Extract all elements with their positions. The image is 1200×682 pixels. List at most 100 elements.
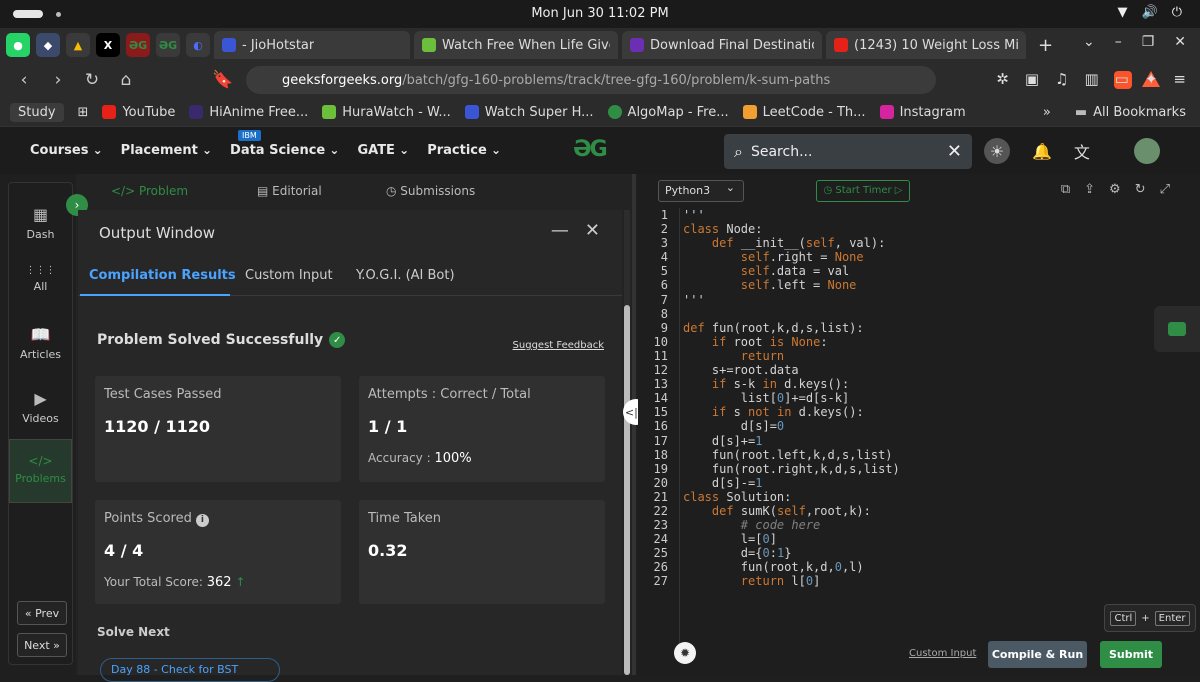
maximize-icon[interactable]: ❐ [1142, 34, 1155, 50]
code-line[interactable]: 17 d[s]+=1 [638, 434, 1200, 448]
code-line[interactable]: 15 if s not in d.keys(): [638, 405, 1200, 419]
extensions-icon[interactable]: ✲ [996, 70, 1009, 88]
bookmark-item[interactable]: AlgoMap - Fre... [607, 105, 729, 120]
code-line[interactable]: 25 d={0:1} [638, 546, 1200, 560]
tab-compilation-results[interactable]: Compilation Results [89, 268, 236, 283]
code-line[interactable]: 11 return [638, 349, 1200, 363]
bookmark-item[interactable]: Watch Super H... [464, 105, 594, 120]
bookmark-item[interactable]: HuraWatch - W... [322, 105, 451, 120]
settings-icon[interactable]: ⚙ [1109, 182, 1121, 197]
bookmark-item[interactable]: LeetCode - Th... [742, 105, 866, 120]
sidebar-item-articles[interactable]: 📖 Articles [9, 325, 72, 361]
custom-input-link[interactable]: Custom Input [909, 648, 976, 659]
language-select[interactable]: Python3 [658, 178, 744, 202]
tab-editorial[interactable]: ▤ Editorial [257, 184, 322, 198]
deepseek-icon[interactable]: ◐ [186, 33, 210, 57]
menu-courses[interactable]: Courses [30, 143, 103, 158]
music-icon[interactable]: ♫ [1055, 70, 1068, 88]
notifications-icon[interactable]: 🔔 [1032, 142, 1052, 161]
browser-tab[interactable]: Download Final Destination [622, 31, 822, 59]
code-line[interactable]: 26 fun(root,k,d,0,l) [638, 560, 1200, 574]
system-tray[interactable]: ▼ 🔊 ⏻ [1118, 5, 1182, 20]
menu-icon[interactable]: ≡ [1173, 70, 1186, 88]
gfg-logo[interactable]: ƏG [573, 137, 608, 162]
screenshot-icon[interactable]: ▣ [1025, 70, 1039, 88]
tab-search-icon[interactable]: ⌄ [1083, 34, 1095, 50]
code-line[interactable]: 9 def fun(root,k,d,s,list): [638, 321, 1200, 335]
code-line[interactable]: 5 self.data = val [638, 264, 1200, 278]
next-problem-link[interactable]: Day 88 - Check for BST [100, 658, 280, 682]
whatsapp-icon[interactable]: ● [6, 33, 30, 57]
all-bookmarks[interactable]: » ▬ All Bookmarks [1043, 105, 1186, 120]
code-line[interactable]: 22 def sumK(self,root,k): [638, 504, 1200, 518]
start-timer-button[interactable]: ◷ Start Timer ▷ [816, 180, 910, 202]
close-icon[interactable]: ✕ [585, 220, 600, 241]
code-line[interactable]: 2 class Node: [638, 222, 1200, 236]
tab-custom-input[interactable]: Custom Input [245, 268, 333, 283]
scrollbar-thumb[interactable] [624, 305, 630, 675]
code-line[interactable]: 24 l=[0] [638, 532, 1200, 546]
browser-tab[interactable]: (1243) 10 Weight Loss Mist [826, 31, 1026, 59]
study-bookmark[interactable]: Study [10, 102, 64, 122]
lightbulb-icon[interactable]: ✹ [674, 642, 696, 664]
bookmark-item[interactable]: HiAnime Free... [189, 105, 308, 120]
gfg-tab-icon[interactable]: ƏG [126, 33, 150, 57]
code-line[interactable]: 23 # code here [638, 518, 1200, 532]
tab-yogi-ai-bot[interactable]: Y.O.G.I. (AI Bot) [356, 268, 455, 283]
new-tab-button[interactable]: + [1038, 35, 1053, 56]
bookmark-item[interactable]: YouTube [102, 105, 175, 120]
volume-icon[interactable]: 🔊 [1142, 5, 1158, 20]
prev-button[interactable]: « Prev [17, 601, 67, 625]
fullscreen-icon[interactable]: ⤢ [1160, 182, 1170, 197]
sidebar-item-dash[interactable]: ▦ Dash [9, 205, 72, 241]
close-window-icon[interactable]: ✕ [1174, 34, 1186, 50]
code-line[interactable]: 19 fun(root.right,k,d,s,list) [638, 462, 1200, 476]
minimize-icon[interactable]: — [551, 220, 569, 241]
bookmark-page-icon[interactable]: 🔖 [212, 70, 233, 90]
education-icon[interactable]: ◆ [36, 33, 60, 57]
browser-tab[interactable]: Watch Free When Life Gives [414, 31, 618, 59]
theme-toggle-icon[interactable]: ☀ [984, 138, 1010, 164]
home-icon[interactable]: ⌂ [116, 70, 136, 90]
apps-grid-icon[interactable]: ⊞ [78, 105, 89, 120]
back-icon[interactable]: ‹ [14, 70, 34, 90]
tab-problem[interactable]: </> Problem [111, 184, 188, 198]
chat-button[interactable] [1154, 306, 1200, 352]
tab-submissions[interactable]: ◷ Submissions [386, 184, 475, 198]
system-clock[interactable]: Mon Jun 30 11:02 PM [0, 6, 1200, 21]
next-button[interactable]: Next » [17, 633, 67, 657]
submit-button[interactable]: Submit [1100, 641, 1162, 668]
browser-tab[interactable]: - JioHotstar [214, 31, 410, 59]
bookmark-item[interactable]: Instagram [879, 105, 966, 120]
code-line[interactable]: 1 ''' [638, 208, 1200, 222]
url-field[interactable]: geeksforgeeks.org/batch/gfg-160-problems… [246, 66, 1160, 94]
x-icon[interactable]: X [96, 33, 120, 57]
code-line[interactable]: 21 class Solution: [638, 490, 1200, 504]
wifi-icon[interactable]: ▼ [1118, 5, 1128, 20]
upload-file-icon[interactable]: ⇪ [1084, 182, 1095, 197]
code-line[interactable]: 20 d[s]-=1 [638, 476, 1200, 490]
avatar[interactable] [1134, 138, 1160, 164]
code-line[interactable]: 6 self.left = None [638, 278, 1200, 292]
code-line[interactable]: 3 def __init__(self, val): [638, 236, 1200, 250]
clear-search-icon[interactable]: ✕ [947, 141, 962, 162]
sidebar-icon[interactable]: ▥ [1084, 70, 1098, 88]
compile-run-button[interactable]: Compile & Run [988, 641, 1087, 668]
code-line[interactable]: 16 d[s]=0 [638, 419, 1200, 433]
menu-practice[interactable]: Practice [427, 143, 501, 158]
code-line[interactable]: 7 ''' [638, 293, 1200, 307]
reload-icon[interactable]: ↻ [82, 70, 102, 90]
gfg-icon[interactable]: ƏG [156, 33, 180, 57]
code-line[interactable]: 14 list[0]+=d[s-k] [638, 391, 1200, 405]
copy-icon[interactable]: ⧉ [1061, 182, 1070, 197]
menu-gate[interactable]: GATE [357, 143, 409, 158]
translate-icon[interactable]: 文 [1074, 139, 1090, 163]
forward-icon[interactable]: › [48, 70, 68, 90]
reset-icon[interactable]: ↻ [1135, 182, 1146, 197]
leo-ai-icon[interactable]: ✦ [1145, 70, 1158, 88]
info-icon[interactable]: i [195, 514, 209, 527]
code-line[interactable]: 18 fun(root.left,k,d,s,list) [638, 448, 1200, 462]
code-line[interactable]: 8 [638, 307, 1200, 321]
sidebar-item-videos[interactable]: ▶ Videos [9, 389, 72, 425]
google-drive-icon[interactable]: ▲ [66, 33, 90, 57]
